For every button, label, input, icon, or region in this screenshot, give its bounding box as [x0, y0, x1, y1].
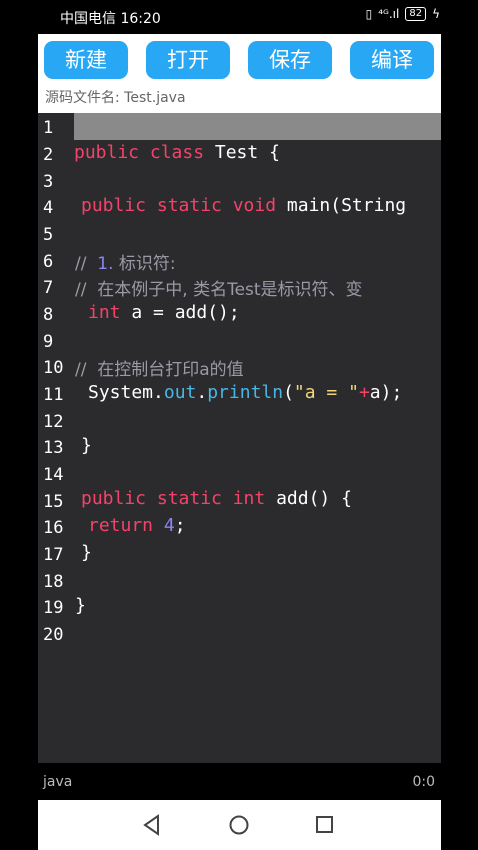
code-token: out [163, 382, 197, 403]
current-line-highlight [74, 113, 441, 140]
file-name-value: Test.java [124, 90, 186, 106]
code-line: int a = add(); [88, 302, 240, 323]
code-token: . [196, 382, 208, 403]
line-number: 20 [43, 625, 64, 645]
line-number: 14 [43, 465, 64, 485]
recents-icon[interactable] [315, 814, 335, 836]
code-token: public class [74, 142, 205, 163]
clock: 16:20 [120, 11, 161, 27]
language-label: java [43, 774, 73, 790]
line-number: 18 [43, 572, 64, 592]
file-name-label: 源码文件名: [45, 90, 120, 106]
line-number: 5 [43, 225, 54, 245]
code-token: public static int [81, 488, 266, 509]
line-number: 4 [43, 198, 54, 218]
signal-icon: ⁴ᴳ.ıl [378, 7, 400, 21]
vibrate-icon: ▯ [365, 7, 373, 21]
back-icon[interactable] [142, 814, 162, 836]
code-token: "a = " [293, 382, 359, 403]
code-editor[interactable]: 1 2 3 4 5 6 7 8 9 10 11 12 13 14 15 16 1… [38, 113, 441, 763]
code-token: + [358, 382, 370, 403]
carrier-label: 中国电信 [60, 11, 116, 27]
line-number: 2 [43, 145, 54, 165]
system-nav-bar [38, 800, 441, 850]
line-number: 10 [43, 358, 64, 378]
code-token: main(String [276, 195, 407, 216]
line-number: 1 [43, 118, 54, 138]
line-number: 15 [43, 492, 64, 512]
code-line: } [81, 542, 92, 563]
file-name-row: 源码文件名: Test.java [45, 87, 186, 107]
code-line: return 4; [88, 515, 186, 536]
battery-level: 82 [409, 8, 423, 19]
code-token: a); [369, 382, 403, 403]
line-number: 13 [43, 438, 64, 458]
code-token: return [88, 515, 154, 536]
line-number: 8 [43, 305, 54, 325]
code-token: 标识符: [113, 254, 176, 274]
code-token: println [207, 382, 284, 403]
code-token: // [75, 254, 98, 274]
code-line: } [81, 435, 92, 456]
charging-icon: ϟ [432, 7, 440, 21]
code-line: // 1. 标识符: [75, 249, 176, 274]
status-footer: java 0:0 [38, 763, 441, 800]
line-number: 11 [43, 385, 64, 405]
code-token: int [88, 302, 121, 323]
line-number: 12 [43, 412, 64, 432]
save-button[interactable]: 保存 [248, 41, 332, 79]
code-line: // 在控制台打印a的值 [75, 360, 244, 380]
line-number: 16 [43, 518, 64, 538]
line-number: 7 [43, 278, 54, 298]
code-line: // 在本例子中, 类名Test是标识符、变 [75, 280, 363, 300]
app-window: 新建 打开 保存 编译 源码文件名: Test.java 1 2 3 4 5 6… [38, 34, 441, 800]
open-button[interactable]: 打开 [146, 41, 230, 79]
line-number: 17 [43, 545, 64, 565]
code-token: 4 [163, 515, 175, 536]
code-line: public static void main(String [81, 195, 406, 216]
code-token: ( [283, 382, 294, 403]
status-left: 中国电信 16:20 [60, 8, 161, 28]
code-token: ; [174, 515, 186, 536]
new-button[interactable]: 新建 [44, 41, 128, 79]
line-number: 6 [43, 252, 54, 272]
code-line: } [75, 595, 86, 616]
code-token: System. [88, 382, 164, 403]
battery-icon: 82 [405, 7, 427, 21]
code-token: a = add(); [120, 302, 240, 323]
line-number: 19 [43, 598, 64, 618]
cursor-position: 0:0 [412, 774, 435, 790]
compile-button[interactable]: 编译 [350, 41, 434, 79]
code-line: System.out.println("a = "+a); [88, 382, 402, 403]
status-right: ▯ ⁴ᴳ.ıl 82 ϟ [366, 7, 440, 21]
toolbar: 新建 打开 保存 编译 [38, 34, 441, 84]
code-line: public static int add() { [81, 488, 352, 509]
line-number: 3 [43, 172, 54, 192]
code-token: Test { [204, 142, 280, 163]
code-token: 1. [97, 254, 114, 274]
home-icon[interactable] [228, 814, 250, 836]
code-token: add() { [265, 488, 352, 509]
code-line: public class Test { [74, 142, 280, 163]
code-token: public static void [81, 195, 277, 216]
status-bar: 中国电信 16:20 ▯ ⁴ᴳ.ıl 82 ϟ [0, 0, 478, 34]
line-number: 9 [43, 332, 54, 352]
